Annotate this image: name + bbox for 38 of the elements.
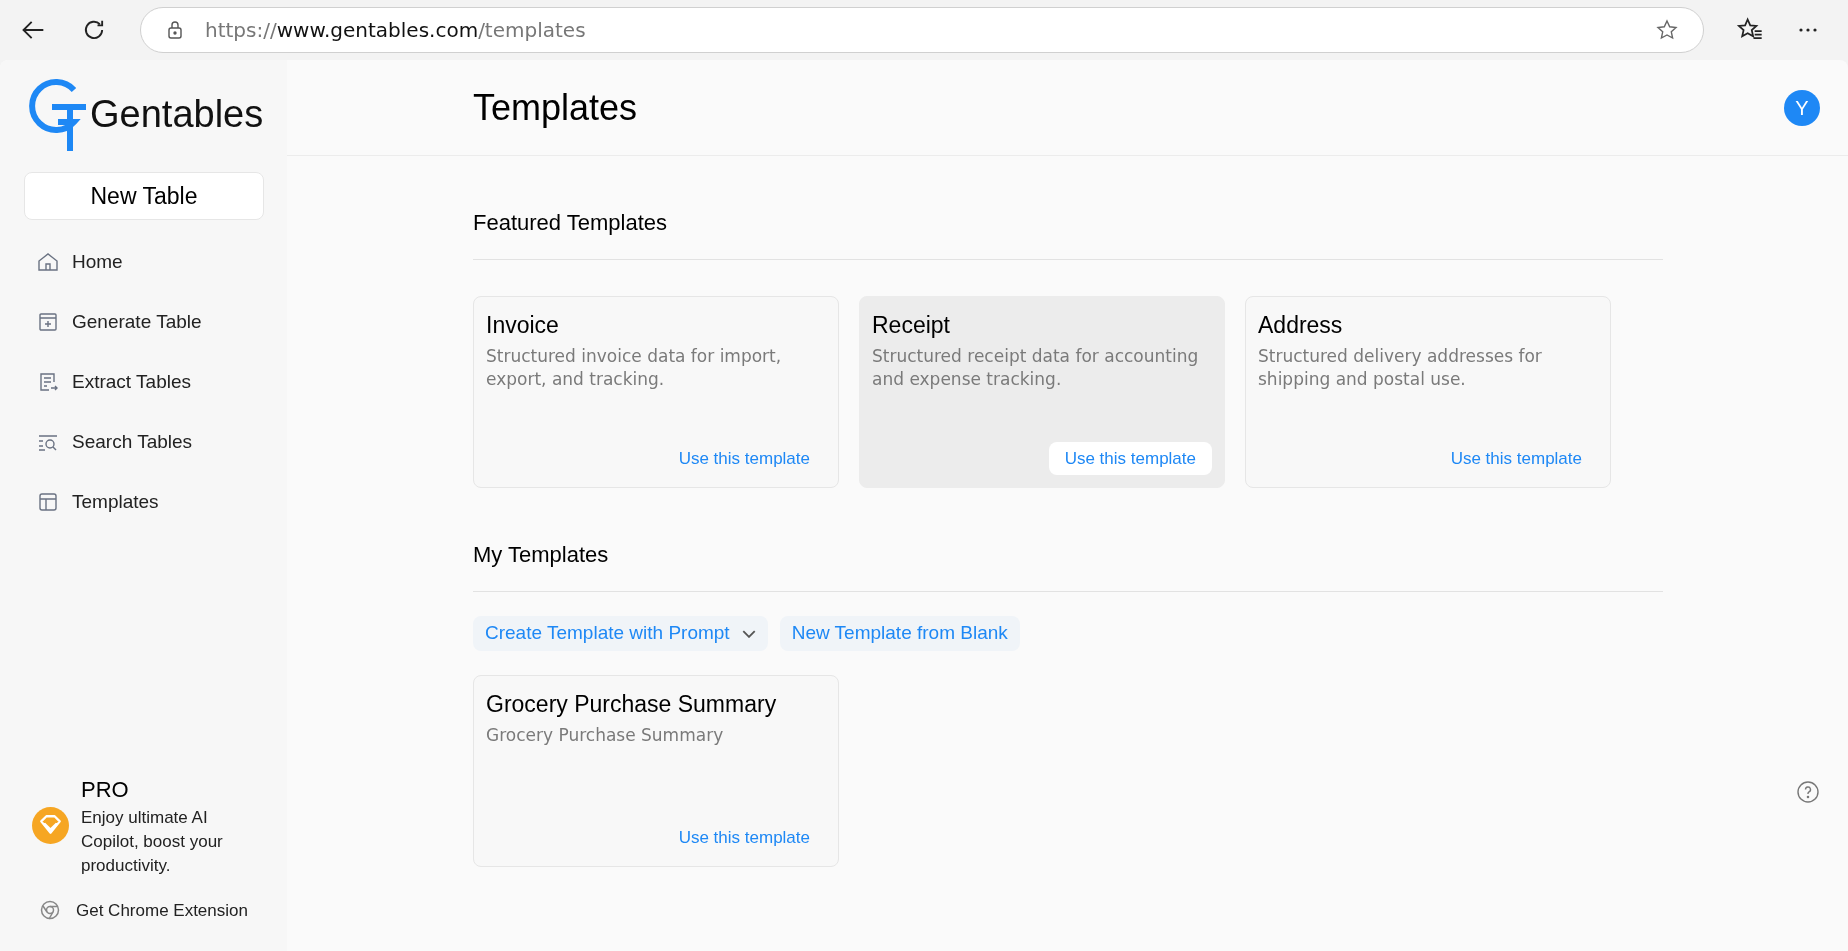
nav-item[interactable]: Search Tables <box>24 412 263 472</box>
card-description: Grocery Purchase Summary <box>486 724 725 747</box>
nav-item[interactable]: Generate Table <box>24 292 263 352</box>
section-title: Featured Templates <box>473 209 669 237</box>
section-title: My Templates <box>473 541 610 569</box>
use-template-link[interactable]: Use this template <box>1048 441 1212 475</box>
card-description: Structured receipt data for accounting and expense tracking. <box>872 345 1200 391</box>
card-title: Invoice <box>486 311 560 340</box>
lock-icon <box>165 20 185 40</box>
nav-item[interactable]: Home <box>24 232 263 292</box>
user-avatar[interactable]: Y <box>1784 89 1820 126</box>
help-icon[interactable] <box>1796 780 1820 804</box>
page-title: Templates <box>473 85 639 130</box>
nav-item[interactable]: Templates <box>24 472 263 532</box>
brand-name: Gentables <box>90 91 264 137</box>
pro-description: Enjoy ultimate AI Copilot, boost your productivity. <box>81 806 224 877</box>
home-icon <box>36 250 60 274</box>
add-table-icon <box>36 310 60 334</box>
template-card[interactable]: Invoice Structured invoice data for import, export, and tracking. Use this template <box>473 296 839 488</box>
layout-icon <box>36 490 60 514</box>
diamond-badge-icon <box>32 806 69 844</box>
card-description: Structured invoice data for import, export, and tracking. <box>486 345 783 391</box>
new-table-button[interactable]: New Table <box>24 172 264 220</box>
card-title: Receipt <box>872 311 951 340</box>
card-description: Structured delivery addresses for shipping and postal use. <box>1258 345 1543 391</box>
url-text: https://www.gentables.com/templates <box>205 17 587 44</box>
chrome-icon <box>40 900 60 921</box>
template-card[interactable]: Receipt Structured receipt data for accounting and expense tracking. Use this template <box>859 296 1225 488</box>
template-card[interactable]: Address Structured delivery addresses for shipping and postal use. Use this template <box>1245 296 1611 488</box>
star-icon[interactable] <box>1655 18 1679 42</box>
nav-item[interactable]: Extract Tables <box>24 352 263 412</box>
card-title: Address <box>1258 311 1344 340</box>
address-bar[interactable]: https://www.gentables.com/templates <box>140 7 1704 53</box>
chevron-down-icon <box>741 629 756 638</box>
card-title: Grocery Purchase Summary <box>486 690 778 719</box>
chrome-extension-link[interactable]: Get Chrome Extension <box>24 897 263 923</box>
pro-title: PRO <box>81 775 130 804</box>
template-card[interactable]: Grocery Purchase Summary Grocery Purchase Summary Use this template <box>473 675 839 867</box>
